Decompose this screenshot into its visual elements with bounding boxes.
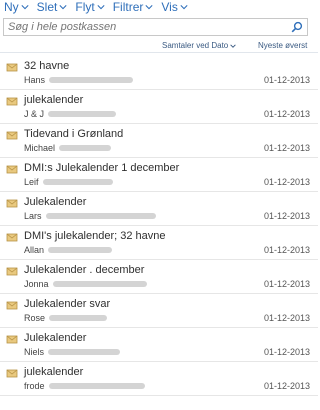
email-subject: DMI:s Julekalender 1 december [24, 162, 180, 174]
menu-item-label: Filtrer [112, 0, 144, 14]
email-row[interactable]: Tidevand i Grønland Michael 01-12-2013 [0, 124, 318, 158]
email-sender: Lars [24, 211, 156, 221]
email-row[interactable]: DMI's julekalender; 32 havne Allan 01-12… [0, 226, 318, 260]
email-subject: 32 havne [24, 60, 70, 72]
sort-by-dropdown[interactable]: Samtaler ved Dato [162, 41, 237, 50]
email-row[interactable]: Julekalender . december Jonna 01-12-2013 [0, 260, 318, 294]
email-row[interactable]: Julekalender Lars 01-12-2013 [0, 192, 318, 226]
email-subject: julekalender [24, 366, 84, 378]
email-row[interactable]: julekalender J & J 01-12-2013 [0, 90, 318, 124]
email-sender-name: Niels [24, 347, 45, 357]
email-sender: Allan [24, 245, 113, 255]
email-sender: Jonna [24, 279, 147, 289]
email-subject: Julekalender [24, 196, 87, 208]
email-sender: Rose [24, 313, 108, 323]
redacted-text [42, 179, 113, 185]
sort-order-label: Nyeste øverst [258, 41, 308, 50]
email-row[interactable]: julekalender frode 01-12-2013 [0, 362, 318, 396]
envelope-icon [6, 335, 18, 344]
email-row[interactable]: Julekalender svar Rose 01-12-2013 [0, 294, 318, 328]
email-sender-name: Jonna [24, 279, 49, 289]
chevron-down-icon [97, 5, 105, 10]
envelope-icon [6, 97, 18, 106]
envelope-icon [6, 165, 18, 174]
envelope-icon [6, 233, 18, 242]
email-date: 01-12-2013 [263, 347, 310, 357]
email-row[interactable]: DMI:s Julekalender 1 december Leif 01-12… [0, 158, 318, 192]
email-sender: J & J [24, 109, 117, 119]
toolbar: Ny Slet Flyt Filtrer Vis [0, 0, 318, 14]
email-sender-name: J & J [24, 109, 45, 119]
menu-item-label: Flyt [75, 0, 95, 14]
email-sender-name: Rose [24, 313, 46, 323]
email-sender: Niels [24, 347, 121, 357]
email-sender-name: Lars [24, 211, 42, 221]
chevron-down-icon [145, 5, 153, 10]
menu-item-vis[interactable]: Vis [161, 0, 188, 14]
email-sender-name: Hans [24, 75, 46, 85]
email-sender-name: Leif [24, 177, 39, 187]
email-subject: Julekalender [24, 332, 87, 344]
chevron-down-icon [180, 5, 188, 10]
divider [0, 52, 318, 53]
email-date: 01-12-2013 [263, 75, 310, 85]
envelope-icon [6, 131, 18, 140]
email-date: 01-12-2013 [263, 313, 310, 323]
email-subject: julekalender [24, 94, 84, 106]
redacted-text [49, 315, 108, 321]
menu-item-ny[interactable]: Ny [4, 0, 29, 14]
chevron-down-icon [21, 5, 29, 10]
envelope-icon [6, 369, 18, 378]
email-subject: Julekalender svar [24, 298, 111, 310]
search-box [3, 18, 308, 36]
sort-bar: Samtaler ved Dato Nyeste øverst [0, 38, 318, 52]
email-subject: Tidevand i Grønland [24, 128, 124, 140]
sort-order-link[interactable]: Nyeste øverst [258, 41, 307, 50]
email-list: 32 havne Hans 01-12-2013 julekalender J … [0, 56, 318, 396]
envelope-icon [6, 63, 18, 72]
email-sender-name: Michael [24, 143, 56, 153]
chevron-down-icon [230, 43, 237, 48]
menu-item-label: Slet [36, 0, 58, 14]
menu-item-label: Vis [161, 0, 178, 14]
search-input[interactable] [8, 20, 278, 34]
menu-item-filtrer[interactable]: Filtrer [113, 0, 154, 14]
email-sender: Hans [24, 75, 134, 85]
menu-item-label: Ny [4, 0, 19, 14]
email-sender: Michael [24, 143, 112, 153]
email-sender-name: Allan [24, 245, 45, 255]
chevron-down-icon [59, 5, 67, 10]
redacted-text [48, 349, 121, 355]
email-sender: frode [24, 381, 145, 391]
redacted-text [52, 281, 147, 287]
email-subject: Julekalender . december [24, 264, 145, 276]
redacted-text [48, 111, 117, 117]
redacted-text [49, 77, 134, 83]
email-date: 01-12-2013 [263, 279, 310, 289]
email-sender: Leif [24, 177, 113, 187]
email-date: 01-12-2013 [263, 143, 310, 153]
redacted-text [48, 247, 113, 253]
email-sender-name: frode [24, 381, 45, 391]
email-date: 01-12-2013 [263, 245, 310, 255]
redacted-text [59, 145, 112, 151]
search-icon[interactable] [291, 21, 303, 33]
envelope-icon [6, 199, 18, 208]
email-date: 01-12-2013 [263, 109, 310, 119]
email-date: 01-12-2013 [263, 211, 310, 221]
menu-item-flyt[interactable]: Flyt [75, 0, 105, 14]
email-date: 01-12-2013 [263, 177, 310, 187]
sort-by-label: Samtaler ved Dato [162, 41, 229, 50]
email-subject: DMI's julekalender; 32 havne [24, 230, 166, 242]
envelope-icon [6, 301, 18, 310]
redacted-text [48, 383, 145, 389]
email-row[interactable]: Julekalender Niels 01-12-2013 [0, 328, 318, 362]
menu-item-slet[interactable]: Slet [37, 0, 68, 14]
envelope-icon [6, 267, 18, 276]
redacted-text [45, 213, 156, 219]
email-row[interactable]: 32 havne Hans 01-12-2013 [0, 56, 318, 90]
email-date: 01-12-2013 [263, 381, 310, 391]
